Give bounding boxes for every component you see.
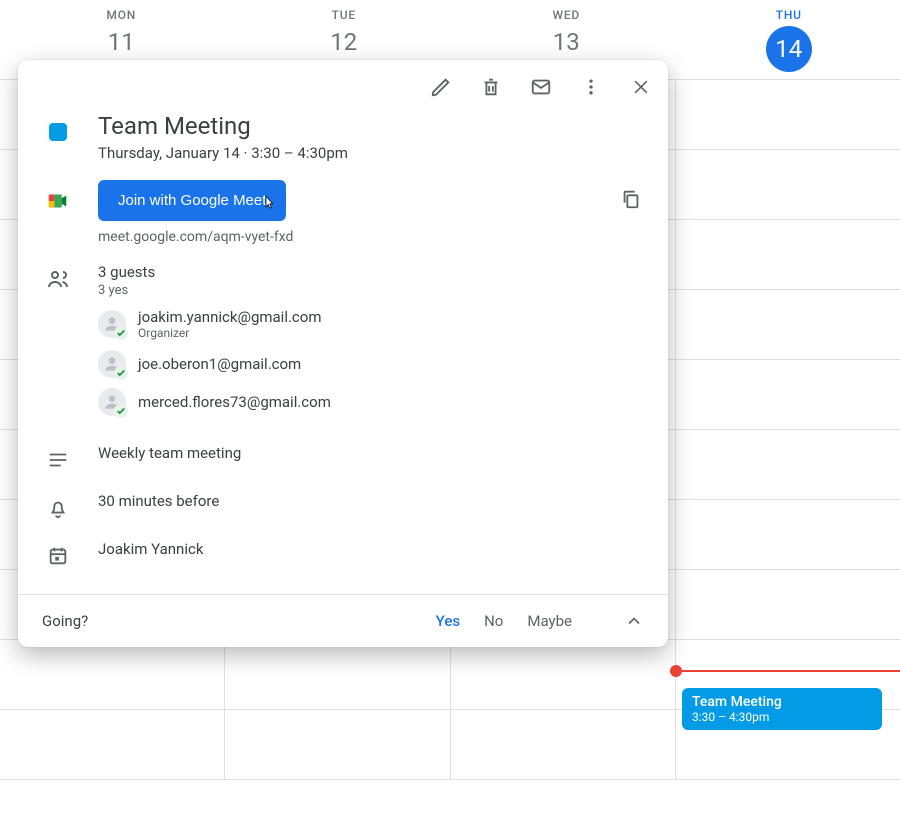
calendar-icon [44, 542, 72, 570]
description-icon [44, 446, 72, 474]
day-label: THU [678, 8, 900, 22]
rsvp-footer: Going? Yes No Maybe [18, 594, 668, 647]
going-label: Going? [42, 612, 88, 630]
popup-toolbar [18, 60, 668, 108]
rsvp-no-button[interactable]: No [484, 612, 503, 630]
check-badge-icon [114, 404, 128, 418]
guest-yes-count: 3 yes [98, 283, 642, 298]
day-number-today: 14 [766, 26, 812, 72]
avatar [98, 388, 126, 416]
guest-list: joakim.yannick@gmail.com Organizer joe.o… [98, 308, 642, 416]
edit-icon[interactable] [428, 74, 454, 100]
guest-role: Organizer [138, 326, 322, 340]
more-options-icon[interactable] [578, 74, 604, 100]
google-meet-icon [47, 190, 69, 212]
close-icon[interactable] [628, 74, 654, 100]
event-detail-popup: Team Meeting Thursday, January 14 · 3:30… [18, 60, 668, 647]
chevron-up-icon[interactable] [624, 611, 644, 631]
rsvp-maybe-button[interactable]: Maybe [527, 612, 572, 630]
event-description: Weekly team meeting [98, 444, 241, 462]
mail-icon[interactable] [528, 74, 554, 100]
guest-email: merced.flores73@gmail.com [138, 393, 331, 411]
day-label: WED [455, 8, 678, 22]
day-header-thu[interactable]: THU 14 [678, 0, 900, 79]
event-color-swatch [49, 123, 67, 141]
current-time-indicator [676, 670, 900, 672]
guest-row[interactable]: merced.flores73@gmail.com [98, 388, 642, 416]
guest-email: joe.oberon1@gmail.com [138, 355, 301, 373]
meet-link-text: meet.google.com/aqm-vyet-fxd [98, 229, 594, 245]
event-chip-title: Team Meeting [692, 694, 872, 710]
check-badge-icon [114, 366, 128, 380]
reminder-text: 30 minutes before [98, 492, 219, 510]
guest-row[interactable]: joe.oberon1@gmail.com [98, 350, 642, 378]
join-button-label: Join with Google Meet [118, 192, 266, 209]
join-google-meet-button[interactable]: Join with Google Meet [98, 180, 286, 221]
day-label: TUE [233, 8, 456, 22]
trash-icon[interactable] [478, 74, 504, 100]
copy-link-icon[interactable] [620, 188, 642, 214]
day-label: MON [10, 8, 233, 22]
check-badge-icon [114, 326, 128, 340]
day-number: 12 [233, 28, 456, 56]
pointer-cursor-icon [260, 194, 278, 212]
guest-row[interactable]: joakim.yannick@gmail.com Organizer [98, 308, 642, 340]
event-chip-time: 3:30 – 4:30pm [692, 710, 872, 724]
rsvp-yes-button[interactable]: Yes [436, 612, 460, 630]
event-chip-team-meeting[interactable]: Team Meeting 3:30 – 4:30pm [682, 688, 882, 730]
guests-icon [44, 265, 72, 293]
guest-count: 3 guests [98, 263, 642, 281]
guest-email: joakim.yannick@gmail.com [138, 308, 322, 326]
event-title: Team Meeting [98, 112, 348, 140]
bell-icon [44, 494, 72, 522]
event-datetime: Thursday, January 14 · 3:30 – 4:30pm [98, 144, 348, 162]
day-number: 13 [455, 28, 678, 56]
avatar [98, 350, 126, 378]
avatar [98, 310, 126, 338]
day-number: 11 [10, 28, 233, 56]
calendar-owner: Joakim Yannick [98, 540, 203, 558]
